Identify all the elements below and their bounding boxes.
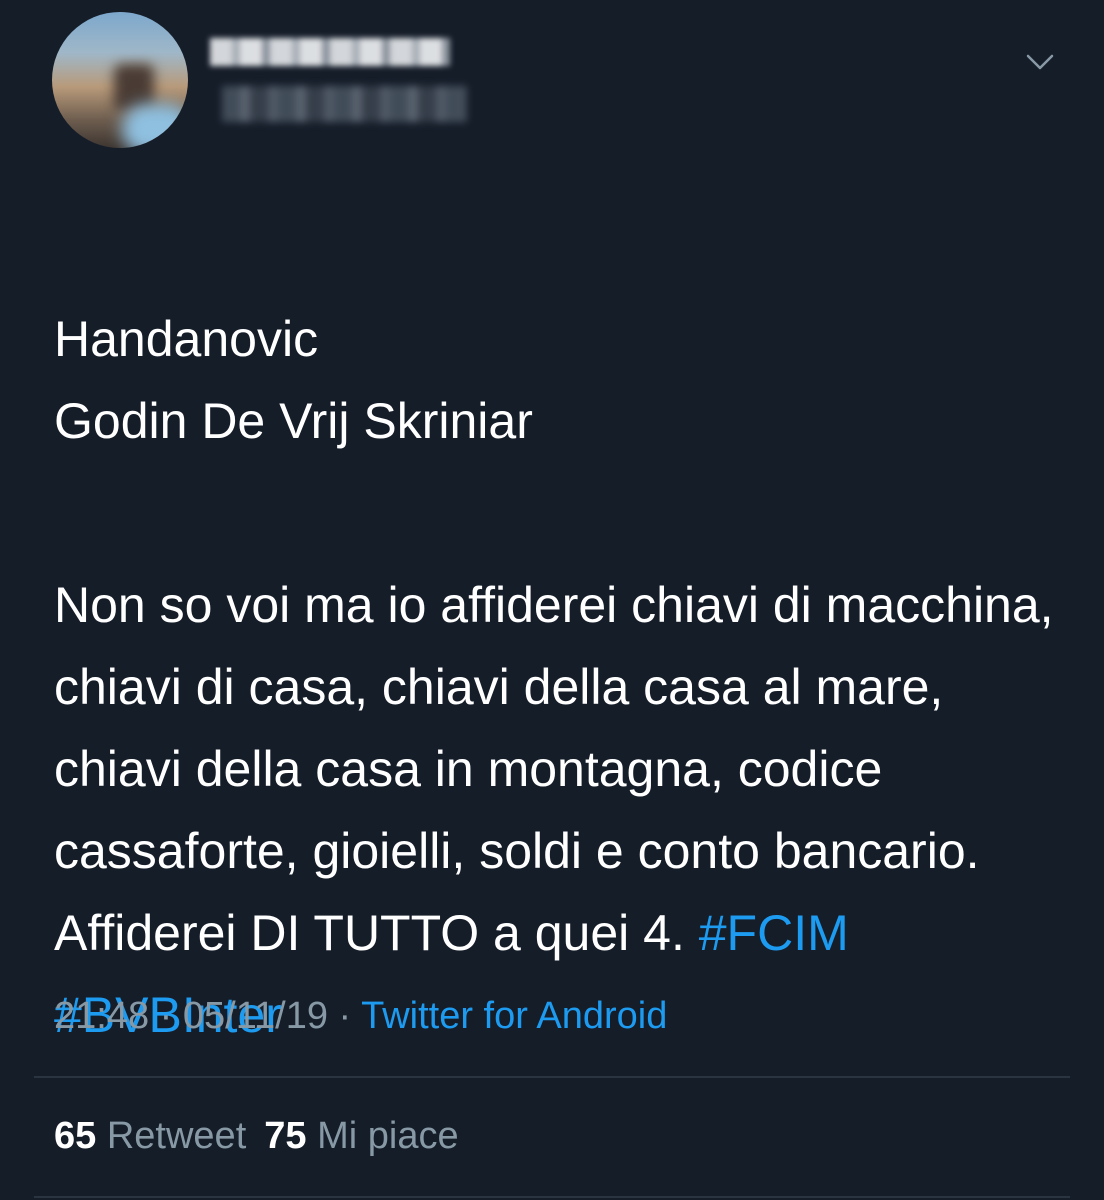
retweets-stat[interactable]: 65 Retweet [54,1114,246,1158]
likes-count: 75 [264,1115,307,1157]
tweet-text-lineup: Handanovic Godin De Vrij Skriniar [54,298,1054,462]
user-avatar[interactable] [52,12,188,148]
chevron-down-icon [1026,54,1054,70]
retweets-count: 65 [54,1115,97,1157]
avatar-figure [122,104,188,148]
tweet-source-link[interactable]: Twitter for Android [361,995,667,1037]
likes-stat[interactable]: 75 Mi piace [264,1114,458,1158]
likes-label: Mi piace [317,1115,459,1157]
meta-separator: · [327,995,362,1037]
meta-separator: · [149,995,183,1037]
display-name-redacted[interactable] [210,38,450,66]
tweet-detail: Handanovic Godin De Vrij Skriniar Non so… [0,0,1104,1200]
hashtag-fcim-link[interactable]: #FCIM [699,905,849,961]
retweets-label: Retweet [106,1115,247,1157]
tweet-time[interactable]: 21:48 [54,995,149,1037]
tweet-line-defenders: Godin De Vrij Skriniar [54,393,533,449]
tweet-date[interactable]: 05/11/19 [183,995,328,1037]
tweet-meta: 21:48 · 05/11/19 · Twitter for Android [54,994,667,1038]
divider [34,1076,1070,1078]
tweet-body-text: Non so voi ma io affiderei chiavi di mac… [54,577,1054,961]
tweet-menu-button[interactable] [1022,44,1058,80]
divider [34,1196,1070,1198]
username-redacted[interactable] [222,86,466,122]
tweet-line-goalkeeper: Handanovic [54,311,319,367]
tweet-stats: 65 Retweet 75 Mi piace [54,1114,459,1158]
tweet-text-body: Non so voi ma io affiderei chiavi di mac… [54,564,1054,1056]
